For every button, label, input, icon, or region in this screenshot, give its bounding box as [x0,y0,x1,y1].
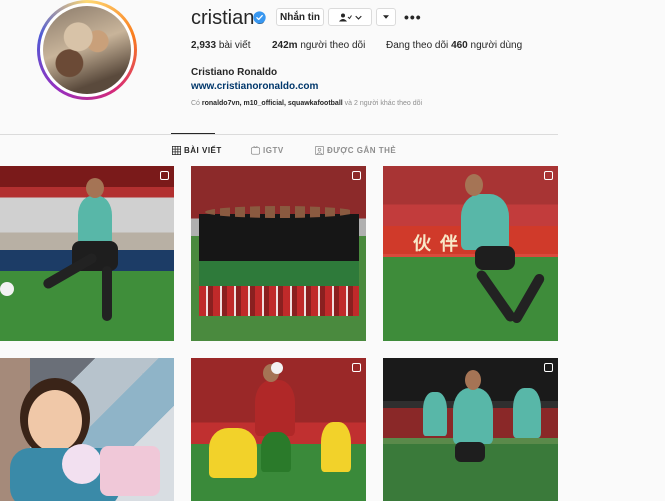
followed-by-prefix: Có [191,100,200,107]
followers-count: 242m [272,40,298,51]
post-thumbnail[interactable]: 伙 伴 [383,166,558,341]
followed-by-suffix: và 2 người khác theo dõi [344,100,423,107]
profile-avatar[interactable] [37,0,137,100]
post-thumbnail[interactable] [0,358,174,501]
following-button[interactable] [328,8,372,26]
following-stat[interactable]: Đang theo dõi 460 người dùng [386,40,522,51]
multiple-photos-icon [352,171,361,180]
more-options-icon[interactable]: ••• [404,9,422,25]
followers-label: người theo dõi [300,40,366,51]
avatar-photo [43,6,131,94]
tab-tagged-label: ĐƯỢC GẮN THẺ [327,146,397,155]
posts-stat: 2,933 bài viết [191,40,251,51]
tab-tagged[interactable]: ĐƯỢC GẮN THẺ [315,146,396,155]
profile-full-name: Cristiano Ronaldo [191,67,278,78]
post-thumbnail[interactable] [383,358,558,501]
multiple-photos-icon [544,171,553,180]
banner-text: 伙 伴 [413,234,461,254]
followed-by-names: ronaldo7vn, m10_official, squawkafootbal… [201,100,343,107]
multiple-photos-icon [160,171,169,180]
caret-down-icon [383,15,389,19]
tab-igtv[interactable]: IGTV [251,146,284,155]
profile-website-link[interactable]: www.cristianoronaldo.com [191,81,318,92]
multiple-photos-icon [544,363,553,372]
multiple-photos-icon [352,363,361,372]
post-thumbnail[interactable] [191,166,366,341]
unicorn-toy [62,444,102,484]
grid-icon [172,146,181,155]
post-thumbnail[interactable] [191,358,366,501]
message-button[interactable]: Nhắn tin [276,8,324,26]
tab-posts-label: BÀI VIẾT [184,146,222,155]
post-thumbnail[interactable] [0,166,174,341]
tagged-icon [315,146,324,155]
tab-posts[interactable]: BÀI VIẾT [172,146,222,155]
football-icon [271,362,283,374]
chevron-down-icon [355,15,362,20]
following-label: người dùng [470,40,523,51]
active-tab-indicator [171,133,215,134]
igtv-icon [251,146,260,155]
posts-label: bài viết [218,40,251,51]
suggested-accounts-button[interactable] [376,8,396,26]
verified-badge-icon [253,11,266,24]
posts-count: 2,933 [191,40,217,51]
child-face [28,390,82,452]
following-count: 460 [451,40,468,51]
tabs-divider [0,134,558,135]
football-icon [0,282,14,296]
followers-stat[interactable]: 242m người theo dõi [272,40,365,51]
followed-by-text[interactable]: Có ronaldo7vn, m10_official, squawkafoot… [191,100,422,107]
following-prefix: Đang theo dõi [386,40,449,51]
person-check-icon [339,13,352,21]
tab-igtv-label: IGTV [263,146,284,155]
